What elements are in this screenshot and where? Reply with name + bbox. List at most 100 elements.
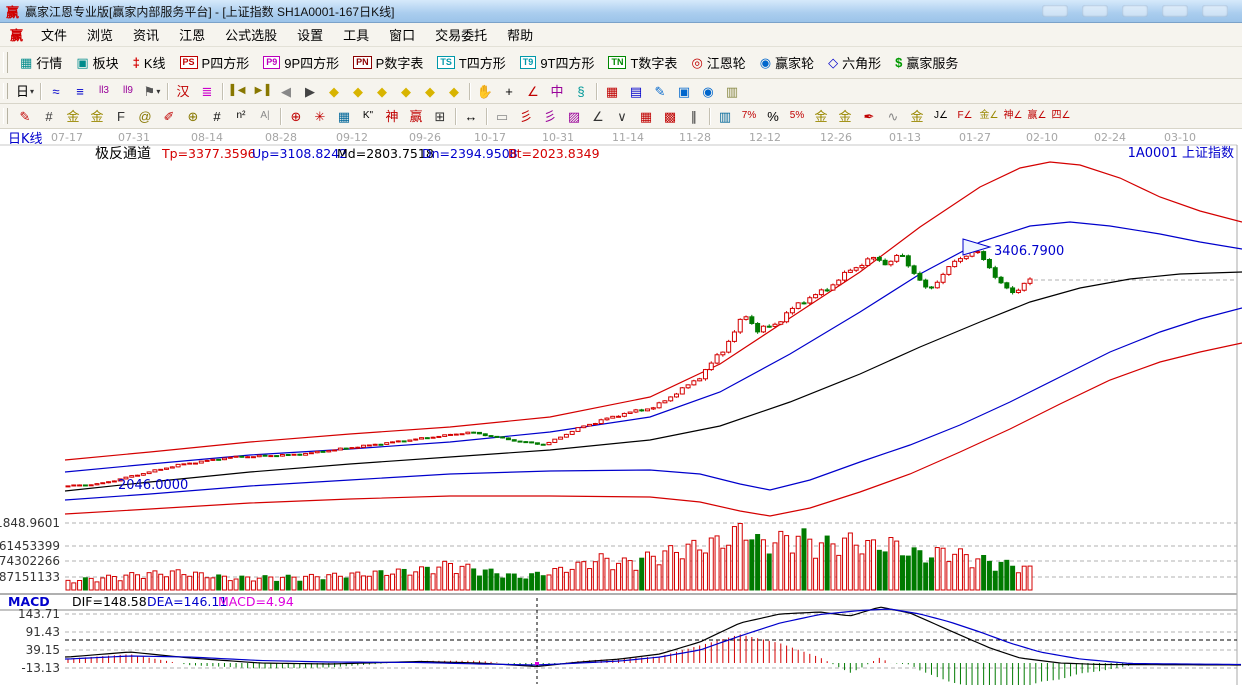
red-grid-tool[interactable]: ▦	[634, 106, 658, 126]
titlebar-button-5[interactable]	[1202, 5, 1228, 17]
9t-square-button[interactable]: T9 9T四方形	[513, 51, 602, 74]
percent-7-tool[interactable]: 7%	[737, 106, 761, 126]
angle-measure-tool[interactable]: ∠	[521, 81, 545, 101]
gold-grid-2-tool[interactable]: 金	[85, 106, 109, 126]
prev-bar-button[interactable]: ◀	[274, 81, 298, 101]
9p-square-button[interactable]: P9 9P四方形	[256, 51, 346, 74]
crosshair-tool[interactable]: +	[497, 81, 521, 101]
price-fence-tool[interactable]: #	[205, 106, 229, 126]
kline-chart-svg[interactable]: 07-17 07-31 08-14 08-28 09-12 09-26 10-17 10-31…	[0, 129, 1242, 685]
grid-fan-tool[interactable]: ▨	[562, 106, 586, 126]
pen-ruler-tool[interactable]: ✐	[157, 106, 181, 126]
j-angle-tool[interactable]: J∠	[929, 106, 953, 126]
spiral-tool[interactable]: @	[133, 106, 157, 126]
gann-grid-tool[interactable]: #	[37, 106, 61, 126]
system-tool[interactable]: ▥	[720, 81, 744, 101]
wave-a-tool[interactable]: ∿	[881, 106, 905, 126]
chart-pattern-tool[interactable]: ≈	[44, 81, 68, 101]
menu-item-1[interactable]: 文件	[31, 23, 77, 46]
fan-lines-tool[interactable]: 彡	[514, 106, 538, 126]
titlebar-button-2[interactable]	[1082, 5, 1108, 17]
next-bar-button[interactable]: ▶	[298, 81, 322, 101]
menu-item-9[interactable]: 交易委托	[425, 23, 497, 46]
toolbar-grip[interactable]	[3, 108, 8, 124]
shen-grid-tool[interactable]: 神	[380, 106, 404, 126]
hexagon-button[interactable]: ◇ 六角形	[821, 51, 888, 74]
t-number-table-button[interactable]: TN T数字表	[601, 51, 684, 74]
toolbar-grip[interactable]	[3, 52, 8, 73]
text-note-tool[interactable]: A|	[253, 106, 277, 126]
menu-item-10[interactable]: 帮助	[497, 23, 543, 46]
gold-underline-tool[interactable]: 金	[833, 106, 857, 126]
n2-grid-tool[interactable]: n²	[229, 106, 253, 126]
menu-item-3[interactable]: 资讯	[123, 23, 169, 46]
angle-lines-tool[interactable]: ∠	[586, 106, 610, 126]
kline-chart-area[interactable]: 07-17 07-31 08-14 08-28 09-12 09-26 10-17 10-31…	[0, 129, 1242, 685]
p-number-table-button[interactable]: PN P数字表	[346, 51, 430, 74]
gold-angle-tool[interactable]: 金∠	[977, 106, 1001, 126]
k-quote-tool[interactable]: K"	[356, 106, 380, 126]
menu-item-5[interactable]: 公式选股	[215, 23, 287, 46]
v-lines-tool[interactable]: ∨	[610, 106, 634, 126]
distribution-chart-tool[interactable]: ≣	[195, 81, 219, 101]
gold-channel-tool[interactable]: 金	[905, 106, 929, 126]
cn-marker-tool[interactable]: 汉	[171, 81, 195, 101]
notepad-tool[interactable]: ✎	[648, 81, 672, 101]
percent-5-tool[interactable]: 5%	[785, 106, 809, 126]
overlay-9-tool[interactable]: ll9	[116, 81, 140, 101]
diamond-scroll-left-button[interactable]: ◆	[322, 81, 346, 101]
menu-item-8[interactable]: 窗口	[379, 23, 425, 46]
first-bar-button[interactable]: ▌◀	[226, 81, 250, 101]
diamond-scroll-right-button[interactable]: ◆	[346, 81, 370, 101]
ruler-grid-tool[interactable]: ⊞	[428, 106, 452, 126]
diamond-expand-button[interactable]: ◆	[418, 81, 442, 101]
gold-grid-tool[interactable]: 金	[61, 106, 85, 126]
bars-compare-tool[interactable]: ▥	[713, 106, 737, 126]
kline-button[interactable]: ‡ K线	[126, 51, 173, 74]
rect-select-tool[interactable]: ▭	[490, 106, 514, 126]
percent-tool[interactable]: %	[761, 106, 785, 126]
info-list-tool[interactable]: ≡	[68, 81, 92, 101]
pattern-search-tool[interactable]: §	[569, 81, 593, 101]
width-measure-tool[interactable]: ↔	[459, 106, 483, 126]
winner-service-button[interactable]: $ 赢家服务	[888, 51, 965, 74]
menu-item-4[interactable]: 江恩	[169, 23, 215, 46]
web-update-tool[interactable]: ◉	[696, 81, 720, 101]
quotes-button[interactable]: ▦ 行情	[13, 51, 69, 74]
calendar-tool[interactable]: ▦	[600, 81, 624, 101]
period-day-dropdown[interactable]: 日 ▾	[13, 81, 37, 101]
draw-pen-tool[interactable]: ✎	[13, 106, 37, 126]
flag-marker-dropdown[interactable]: ⚑ ▾	[140, 81, 164, 101]
diamond-zoom-out-button[interactable]: ◆	[370, 81, 394, 101]
toolbar-grip[interactable]	[3, 83, 8, 99]
dot-grid-tool[interactable]: ▩	[658, 106, 682, 126]
menu-item-6[interactable]: 设置	[287, 23, 333, 46]
parallel-lines-tool[interactable]: ∥	[682, 106, 706, 126]
titlebar-button-3[interactable]	[1122, 5, 1148, 17]
fan-grid-tool[interactable]: 彡	[538, 106, 562, 126]
win-angle-tool[interactable]: 赢∠	[1025, 106, 1049, 126]
diamond-center-button[interactable]: ◆	[442, 81, 466, 101]
shen-angle-tool[interactable]: 神∠	[1001, 106, 1025, 126]
menu-item-2[interactable]: 浏览	[77, 23, 123, 46]
last-bar-button[interactable]: ▶▐	[250, 81, 274, 101]
drag-hand-tool[interactable]: ✋	[473, 81, 497, 101]
si-angle-tool[interactable]: 四∠	[1049, 106, 1073, 126]
p-square-button[interactable]: PS P四方形	[173, 51, 257, 74]
t-square-button[interactable]: TS T四方形	[430, 51, 512, 74]
sectors-button[interactable]: ▣ 板块	[69, 51, 125, 74]
save-tool[interactable]: ▣	[672, 81, 696, 101]
overlay-3-tool[interactable]: ll3	[92, 81, 116, 101]
gann-circle-tool[interactable]: ⊕	[284, 106, 308, 126]
ink-brush-tool[interactable]: ✒	[857, 106, 881, 126]
f-grid-tool[interactable]: F	[109, 106, 133, 126]
titlebar-button-4[interactable]	[1162, 5, 1188, 17]
f-angle-tool[interactable]: F∠	[953, 106, 977, 126]
diamond-compress-button[interactable]: ◆	[394, 81, 418, 101]
winner-wheel-button[interactable]: ◉ 赢家轮	[753, 51, 821, 74]
menu-item-7[interactable]: 工具	[333, 23, 379, 46]
win-grid-tool[interactable]: 赢	[404, 106, 428, 126]
star-web-tool[interactable]: ✳	[308, 106, 332, 126]
square-web-tool[interactable]: ▦	[332, 106, 356, 126]
titlebar-button-1[interactable]	[1042, 5, 1068, 17]
